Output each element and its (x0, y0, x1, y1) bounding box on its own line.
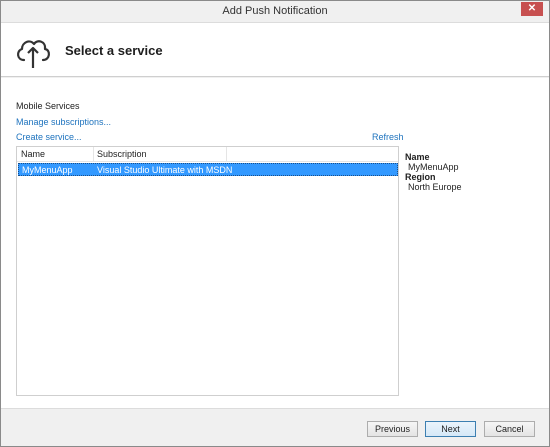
close-button[interactable]: ✕ (521, 2, 543, 16)
service-details-panel: Name MyMenuApp Region North Europe (405, 152, 545, 192)
detail-label-region: Region (405, 172, 436, 182)
next-button[interactable]: Next (425, 421, 476, 437)
wizard-body: Mobile Services Manage subscriptions... … (1, 78, 549, 408)
column-divider[interactable] (93, 147, 94, 162)
column-header-subscription[interactable]: Subscription (97, 149, 147, 159)
wizard-footer: Previous Next Cancel (1, 408, 549, 446)
refresh-link[interactable]: Refresh (372, 132, 404, 142)
service-list[interactable]: Name Subscription MyMenuApp Visual Studi… (16, 146, 399, 396)
column-header-name[interactable]: Name (21, 149, 45, 159)
detail-label-name: Name (405, 152, 430, 162)
create-service-link[interactable]: Create service... (16, 132, 82, 142)
page-title: Select a service (65, 43, 163, 58)
list-header: Name Subscription (17, 147, 398, 162)
table-row[interactable]: MyMenuApp Visual Studio Ultimate with MS… (18, 163, 398, 176)
previous-button[interactable]: Previous (367, 421, 418, 437)
detail-value-region: North Europe (408, 182, 462, 192)
window-title: Add Push Notification (222, 5, 328, 17)
dialog-window: Add Push Notification ✕ Select a service… (0, 0, 550, 447)
section-label-mobile-services: Mobile Services (16, 101, 80, 111)
title-bar[interactable]: Add Push Notification ✕ (1, 1, 549, 23)
cell-service-name: MyMenuApp (22, 165, 73, 175)
cell-subscription: Visual Studio Ultimate with MSDN (97, 165, 233, 175)
cancel-button[interactable]: Cancel (484, 421, 535, 437)
manage-subscriptions-link[interactable]: Manage subscriptions... (16, 117, 111, 127)
cloud-upload-icon (17, 40, 50, 68)
column-divider[interactable] (226, 147, 227, 162)
wizard-header: Select a service (1, 23, 549, 77)
detail-value-name: MyMenuApp (408, 162, 459, 172)
